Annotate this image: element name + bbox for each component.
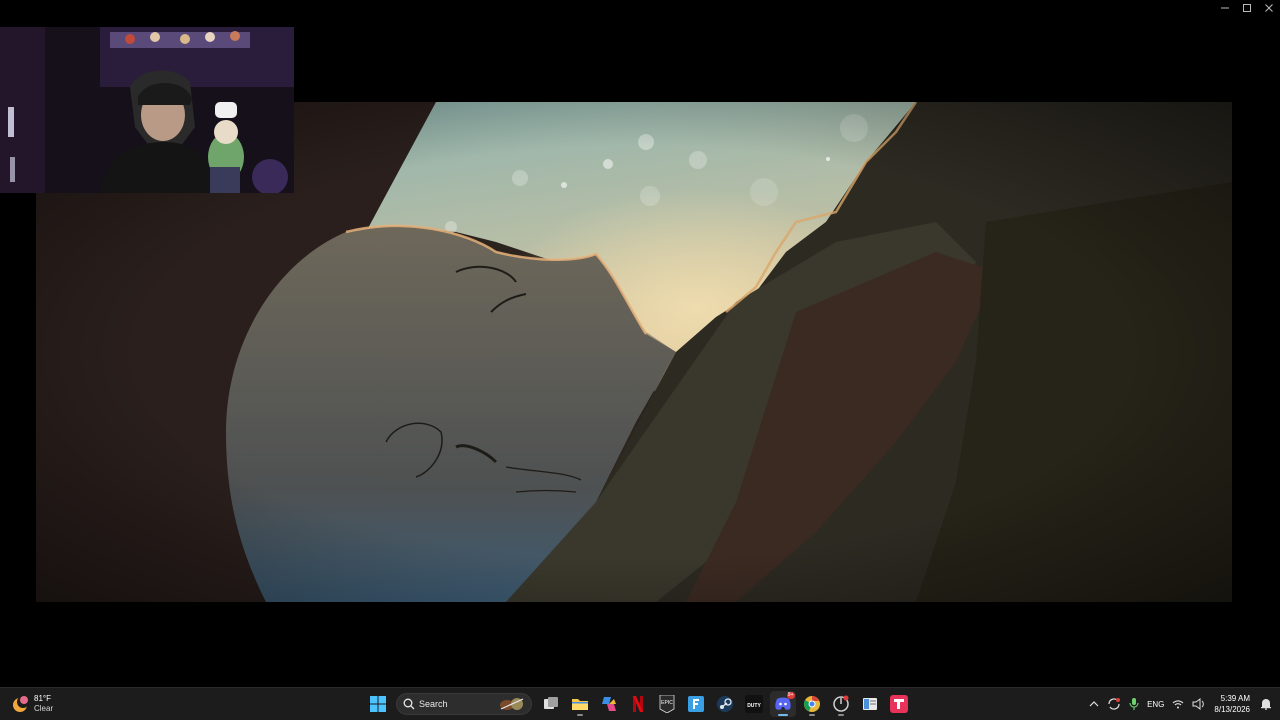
- netflix-button[interactable]: [625, 691, 651, 717]
- call-of-duty-icon: DUTY: [744, 695, 763, 713]
- chrome-icon: [803, 696, 820, 712]
- steam-icon: [716, 696, 733, 712]
- task-view-icon: [543, 697, 558, 709]
- discord-badge: 9+: [786, 692, 795, 699]
- search-icon: [403, 698, 415, 710]
- weather-widget[interactable]: 81°F Clear: [10, 691, 53, 717]
- game-bar-button[interactable]: [828, 691, 854, 717]
- steam-button[interactable]: [712, 691, 738, 717]
- game-bar-icon: [832, 695, 849, 712]
- webcam-feed-image: [0, 27, 294, 193]
- frame-app-button[interactable]: [683, 691, 709, 717]
- epic-games-icon: EPIC: [659, 695, 674, 713]
- sync-tray-button[interactable]: [1107, 694, 1121, 714]
- start-button[interactable]: [365, 691, 391, 717]
- sync-icon: [1108, 698, 1121, 710]
- task-view-button[interactable]: [538, 691, 564, 717]
- close-button[interactable]: [1258, 0, 1280, 16]
- folder-icon: [571, 699, 588, 710]
- notepad-icon: [862, 698, 877, 710]
- wifi-icon: [1173, 700, 1184, 709]
- file-explorer-button[interactable]: [567, 691, 593, 717]
- show-hidden-icons-button[interactable]: [1089, 694, 1099, 714]
- discord-icon: [774, 697, 791, 710]
- epic-games-button[interactable]: EPIC: [654, 691, 680, 717]
- volume-button[interactable]: [1192, 694, 1206, 714]
- copilot-button[interactable]: [596, 691, 622, 717]
- weather-moon-icon: [10, 694, 30, 714]
- window-controls: [1214, 0, 1280, 16]
- epic-label: EPIC: [661, 700, 673, 706]
- chevron-up-icon: [1089, 701, 1099, 707]
- copilot-icon: [601, 697, 616, 711]
- twitch-studio-button[interactable]: [886, 691, 912, 717]
- chrome-button[interactable]: [799, 691, 825, 717]
- webcam-overlay: [0, 27, 294, 193]
- taskbar-apps: Search EPIC DUTY 9+: [363, 690, 913, 718]
- system-tray: ENG 5:39 AM 8/13/2026: [1085, 688, 1280, 720]
- clock-date: 8/13/2026: [1214, 705, 1250, 714]
- cod-label: DUTY: [747, 703, 761, 709]
- call-of-duty-button[interactable]: DUTY: [741, 691, 767, 717]
- notification-icon: [1261, 699, 1271, 710]
- notifications-button[interactable]: [1260, 694, 1272, 714]
- clock-time: 5:39 AM: [1220, 694, 1250, 703]
- maximize-button[interactable]: [1236, 0, 1258, 16]
- search-highlight-icon: [500, 698, 524, 710]
- language-indicator[interactable]: ENG: [1147, 694, 1164, 714]
- network-button[interactable]: [1172, 694, 1184, 714]
- frame-app-icon: [687, 696, 704, 712]
- search-label: Search: [419, 699, 448, 709]
- minimize-button[interactable]: [1214, 0, 1236, 16]
- microphone-tray-button[interactable]: [1129, 694, 1139, 714]
- discord-button[interactable]: 9+: [769, 691, 796, 717]
- taskbar-search-box[interactable]: Search: [396, 693, 532, 715]
- windows-logo-icon: [369, 696, 386, 712]
- microphone-icon: [1129, 698, 1139, 710]
- netflix-icon: [632, 696, 643, 712]
- weather-temperature: 81°F: [34, 694, 51, 703]
- speaker-icon: [1192, 698, 1205, 710]
- language-label: ENG: [1147, 699, 1165, 709]
- twitch-studio-icon: [889, 695, 908, 713]
- weather-condition: Clear: [34, 704, 54, 713]
- taskbar: 81°F Clear Search EPIC DUTY 9+ ENG 5:39 …: [0, 687, 1280, 720]
- notepad-button[interactable]: [857, 691, 883, 717]
- clock[interactable]: 5:39 AM 8/13/2026: [1214, 693, 1250, 715]
